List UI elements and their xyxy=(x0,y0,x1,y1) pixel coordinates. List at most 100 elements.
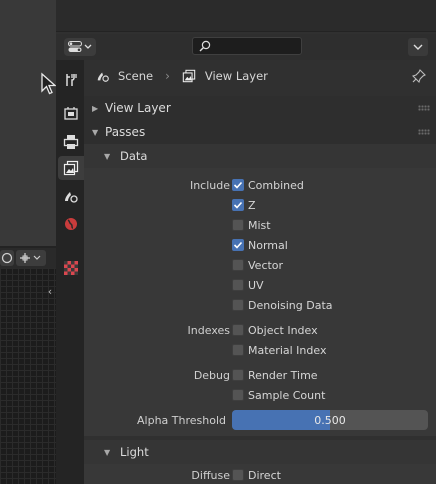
chevron-down-icon xyxy=(413,44,423,50)
breadcrumb-view-layer: View Layer xyxy=(204,69,268,83)
panel-passes-header[interactable]: ▼ Passes xyxy=(84,120,436,144)
tab-tool[interactable] xyxy=(58,68,84,92)
indexes-row-object-index: Indexes Object Index xyxy=(84,320,436,340)
expanded-triangle-icon: ▼ xyxy=(104,447,111,457)
checkbox-combined[interactable] xyxy=(232,179,244,191)
subpanel-light: ▼ Light Diffuse Direct xyxy=(84,440,436,484)
checkbox-label[interactable]: Vector xyxy=(248,259,283,272)
overlay-icon[interactable] xyxy=(0,250,14,266)
checkbox-object-index[interactable] xyxy=(232,324,244,336)
world-icon xyxy=(65,218,77,230)
checkbox-label[interactable]: Direct xyxy=(248,469,281,482)
include-label: Include xyxy=(189,178,230,192)
search-icon xyxy=(199,40,211,52)
check-icon xyxy=(233,181,243,189)
texture-icon xyxy=(64,261,78,275)
drag-grip-icon[interactable] xyxy=(418,105,430,111)
checkbox-uv[interactable] xyxy=(232,279,244,291)
checkbox-label[interactable]: Material Index xyxy=(248,344,326,357)
top-editor-strip xyxy=(56,0,436,32)
subpanel-data-header[interactable]: ▼ Data xyxy=(84,144,436,168)
tab-world[interactable] xyxy=(58,212,84,236)
scene-icon xyxy=(65,192,78,203)
checkbox-vector[interactable] xyxy=(232,259,244,271)
include-row-mist: Mist xyxy=(84,215,436,235)
include-row-vector: Vector xyxy=(84,255,436,275)
indexes-label: Indexes xyxy=(187,323,230,337)
tab-view-layer[interactable] xyxy=(58,156,84,180)
pin-icon[interactable] xyxy=(412,69,426,83)
checkbox-label[interactable]: UV xyxy=(248,279,264,292)
include-row-normal: Normal xyxy=(84,235,436,255)
checkbox-label[interactable]: Object Index xyxy=(248,324,318,337)
mouse-cursor-icon xyxy=(41,72,56,95)
check-icon xyxy=(233,241,243,249)
transform-pivot-dropdown[interactable] xyxy=(16,250,46,266)
subpanel-data: ▼ Data Include Combined Z Mist Normal Ve… xyxy=(84,144,436,436)
breadcrumb-scene: Scene xyxy=(118,69,154,83)
properties-header xyxy=(56,34,436,60)
expanded-triangle-icon: ▼ xyxy=(92,127,99,137)
output-icon xyxy=(63,135,79,149)
checkbox-label[interactable]: Mist xyxy=(248,219,271,232)
render-icon xyxy=(64,107,78,120)
include-row-z: Z xyxy=(84,195,436,215)
view-layer-icon xyxy=(182,69,196,83)
collapsed-triangle-icon: ▶ xyxy=(92,103,99,113)
panel-passes-title: Passes xyxy=(105,125,146,139)
properties-tab-bar xyxy=(56,60,84,484)
checkbox-label[interactable]: Denoising Data xyxy=(248,299,333,312)
subpanel-data-title: Data xyxy=(120,149,148,163)
checkbox-material-index[interactable] xyxy=(232,344,244,356)
properties-editor: Scene › View Layer ▶ View Layer ▼ Passes… xyxy=(56,34,436,484)
subpanel-light-header[interactable]: ▼ Light xyxy=(84,440,436,464)
properties-editor-icon xyxy=(68,41,82,52)
debug-label: Debug xyxy=(193,368,230,382)
debug-row-render-time: Debug Render Time xyxy=(84,365,436,385)
checkbox-render-time[interactable] xyxy=(232,369,244,381)
alpha-threshold-label: Alpha Threshold xyxy=(137,413,226,427)
viewport-grid[interactable] xyxy=(0,268,56,484)
tab-texture[interactable] xyxy=(58,256,84,280)
tab-scene[interactable] xyxy=(58,184,84,208)
scene-icon xyxy=(97,72,109,82)
checkbox-normal[interactable] xyxy=(232,239,244,251)
editor-type-button[interactable] xyxy=(64,38,96,56)
checkbox-label[interactable]: Combined xyxy=(248,179,304,192)
checkbox-denoising-data[interactable] xyxy=(232,299,244,311)
tab-output[interactable] xyxy=(58,130,84,154)
tab-render[interactable] xyxy=(58,102,84,126)
include-row-denoising-data: Denoising Data xyxy=(84,295,436,315)
checkbox-label[interactable]: Normal xyxy=(248,239,288,252)
options-dropdown-button[interactable] xyxy=(408,38,428,56)
debug-row-sample-count: Sample Count xyxy=(84,385,436,405)
pivot-icon xyxy=(20,253,41,263)
checkbox-sample-count[interactable] xyxy=(232,389,244,401)
tool-icon xyxy=(66,74,77,86)
properties-content: Scene › View Layer ▶ View Layer ▼ Passes… xyxy=(84,60,436,484)
chevron-down-icon xyxy=(84,44,92,49)
subpanel-light-title: Light xyxy=(120,445,149,459)
panel-view-layer-header[interactable]: ▶ View Layer xyxy=(84,96,436,120)
include-row-uv: UV xyxy=(84,275,436,295)
checkbox-label[interactable]: Z xyxy=(248,199,256,212)
alpha-threshold-slider[interactable]: 0.500 xyxy=(232,410,428,430)
diffuse-row-direct: Diffuse Direct xyxy=(84,465,436,484)
checkbox-z[interactable] xyxy=(232,199,244,211)
expanded-triangle-icon: ▼ xyxy=(104,151,111,161)
collapse-chevron-icon[interactable]: ‹ xyxy=(44,284,56,298)
checkbox-direct[interactable] xyxy=(232,469,244,481)
breadcrumb: Scene › View Layer xyxy=(84,60,436,92)
check-icon xyxy=(233,201,243,209)
drag-grip-icon[interactable] xyxy=(418,129,430,135)
checkbox-label[interactable]: Render Time xyxy=(248,369,318,382)
search-input[interactable] xyxy=(192,37,302,55)
panel-view-layer-title: View Layer xyxy=(105,101,171,115)
alpha-threshold-value: 0.500 xyxy=(314,413,346,427)
breadcrumb-separator-icon: › xyxy=(165,69,170,83)
checkbox-label[interactable]: Sample Count xyxy=(248,389,325,402)
diffuse-label: Diffuse xyxy=(191,468,230,482)
alpha-threshold-row: Alpha Threshold 0.500 xyxy=(84,410,436,430)
checkbox-mist[interactable] xyxy=(232,219,244,231)
indexes-row-material-index: Material Index xyxy=(84,340,436,360)
